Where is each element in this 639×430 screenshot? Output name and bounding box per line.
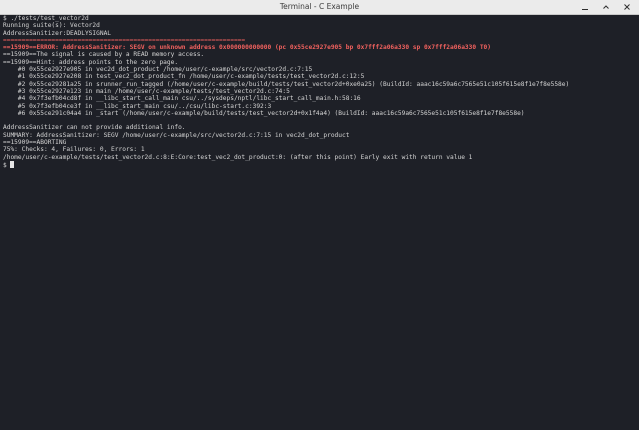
terminal-line: #1 0x55ce2927e208 in test_vec2_dot_produ… [3,73,365,81]
terminal-line: 75%: Checks: 4, Failures: 0, Errors: 1 [3,146,145,154]
title-bar[interactable]: Terminal - C Example [0,0,639,15]
terminal-line: SUMMARY: AddressSanitizer: SEGV /home/us… [3,131,350,139]
shell-prompt: $ [3,161,7,169]
terminal-line: #4 0x7f3efb04cd8f in __libc_start_call_m… [3,95,361,103]
terminal-line: ==15909==Hint: address points to the zer… [3,58,179,66]
terminal-output[interactable]: $ ./tests/test_vector2d Running suite(s):… [3,15,636,427]
terminal-line: ==15909==ABORTING [3,139,67,147]
window-controls [579,1,633,13]
close-icon[interactable] [621,1,633,13]
minimize-icon[interactable] [579,1,591,13]
terminal-line: #3 0x55ce2927e123 in main /home/user/c-e… [3,87,290,95]
terminal-line: #2 0x55ce29281a25 in srunner_run_tagged … [3,80,570,88]
maximize-icon[interactable] [600,1,612,13]
terminal-line: /home/user/c-example/tests/test_vector2d… [3,153,473,161]
terminal-line: #5 0x7f3efb04ce3f in __libc_start_main c… [3,102,272,110]
terminal-line: #6 0x55ce291c04a4 in _start (/home/user/… [3,109,525,117]
window-title: Terminal - C Example [279,2,360,11]
terminal-window: Terminal - C Example $ ./tests/test_vect… [0,0,639,430]
terminal-line: ==15909==ERROR: AddressSanitizer: SEGV o… [3,44,491,52]
text-cursor [9,160,14,168]
terminal-line: ==15909==The signal is caused by a READ … [3,51,205,59]
terminal-line: Running suite(s): Vector2d [3,22,100,30]
terminal-line: AddressSanitizer:DEADLYSIGNAL [3,29,112,37]
terminal-line: #0 0x55ce2927e905 in vec2d_dot_product /… [3,66,313,74]
terminal-line: $ ./tests/test_vector2d [3,15,89,22]
terminal-line: AddressSanitizer can not provide additio… [3,124,186,132]
prompt-line[interactable]: $ [3,160,636,169]
